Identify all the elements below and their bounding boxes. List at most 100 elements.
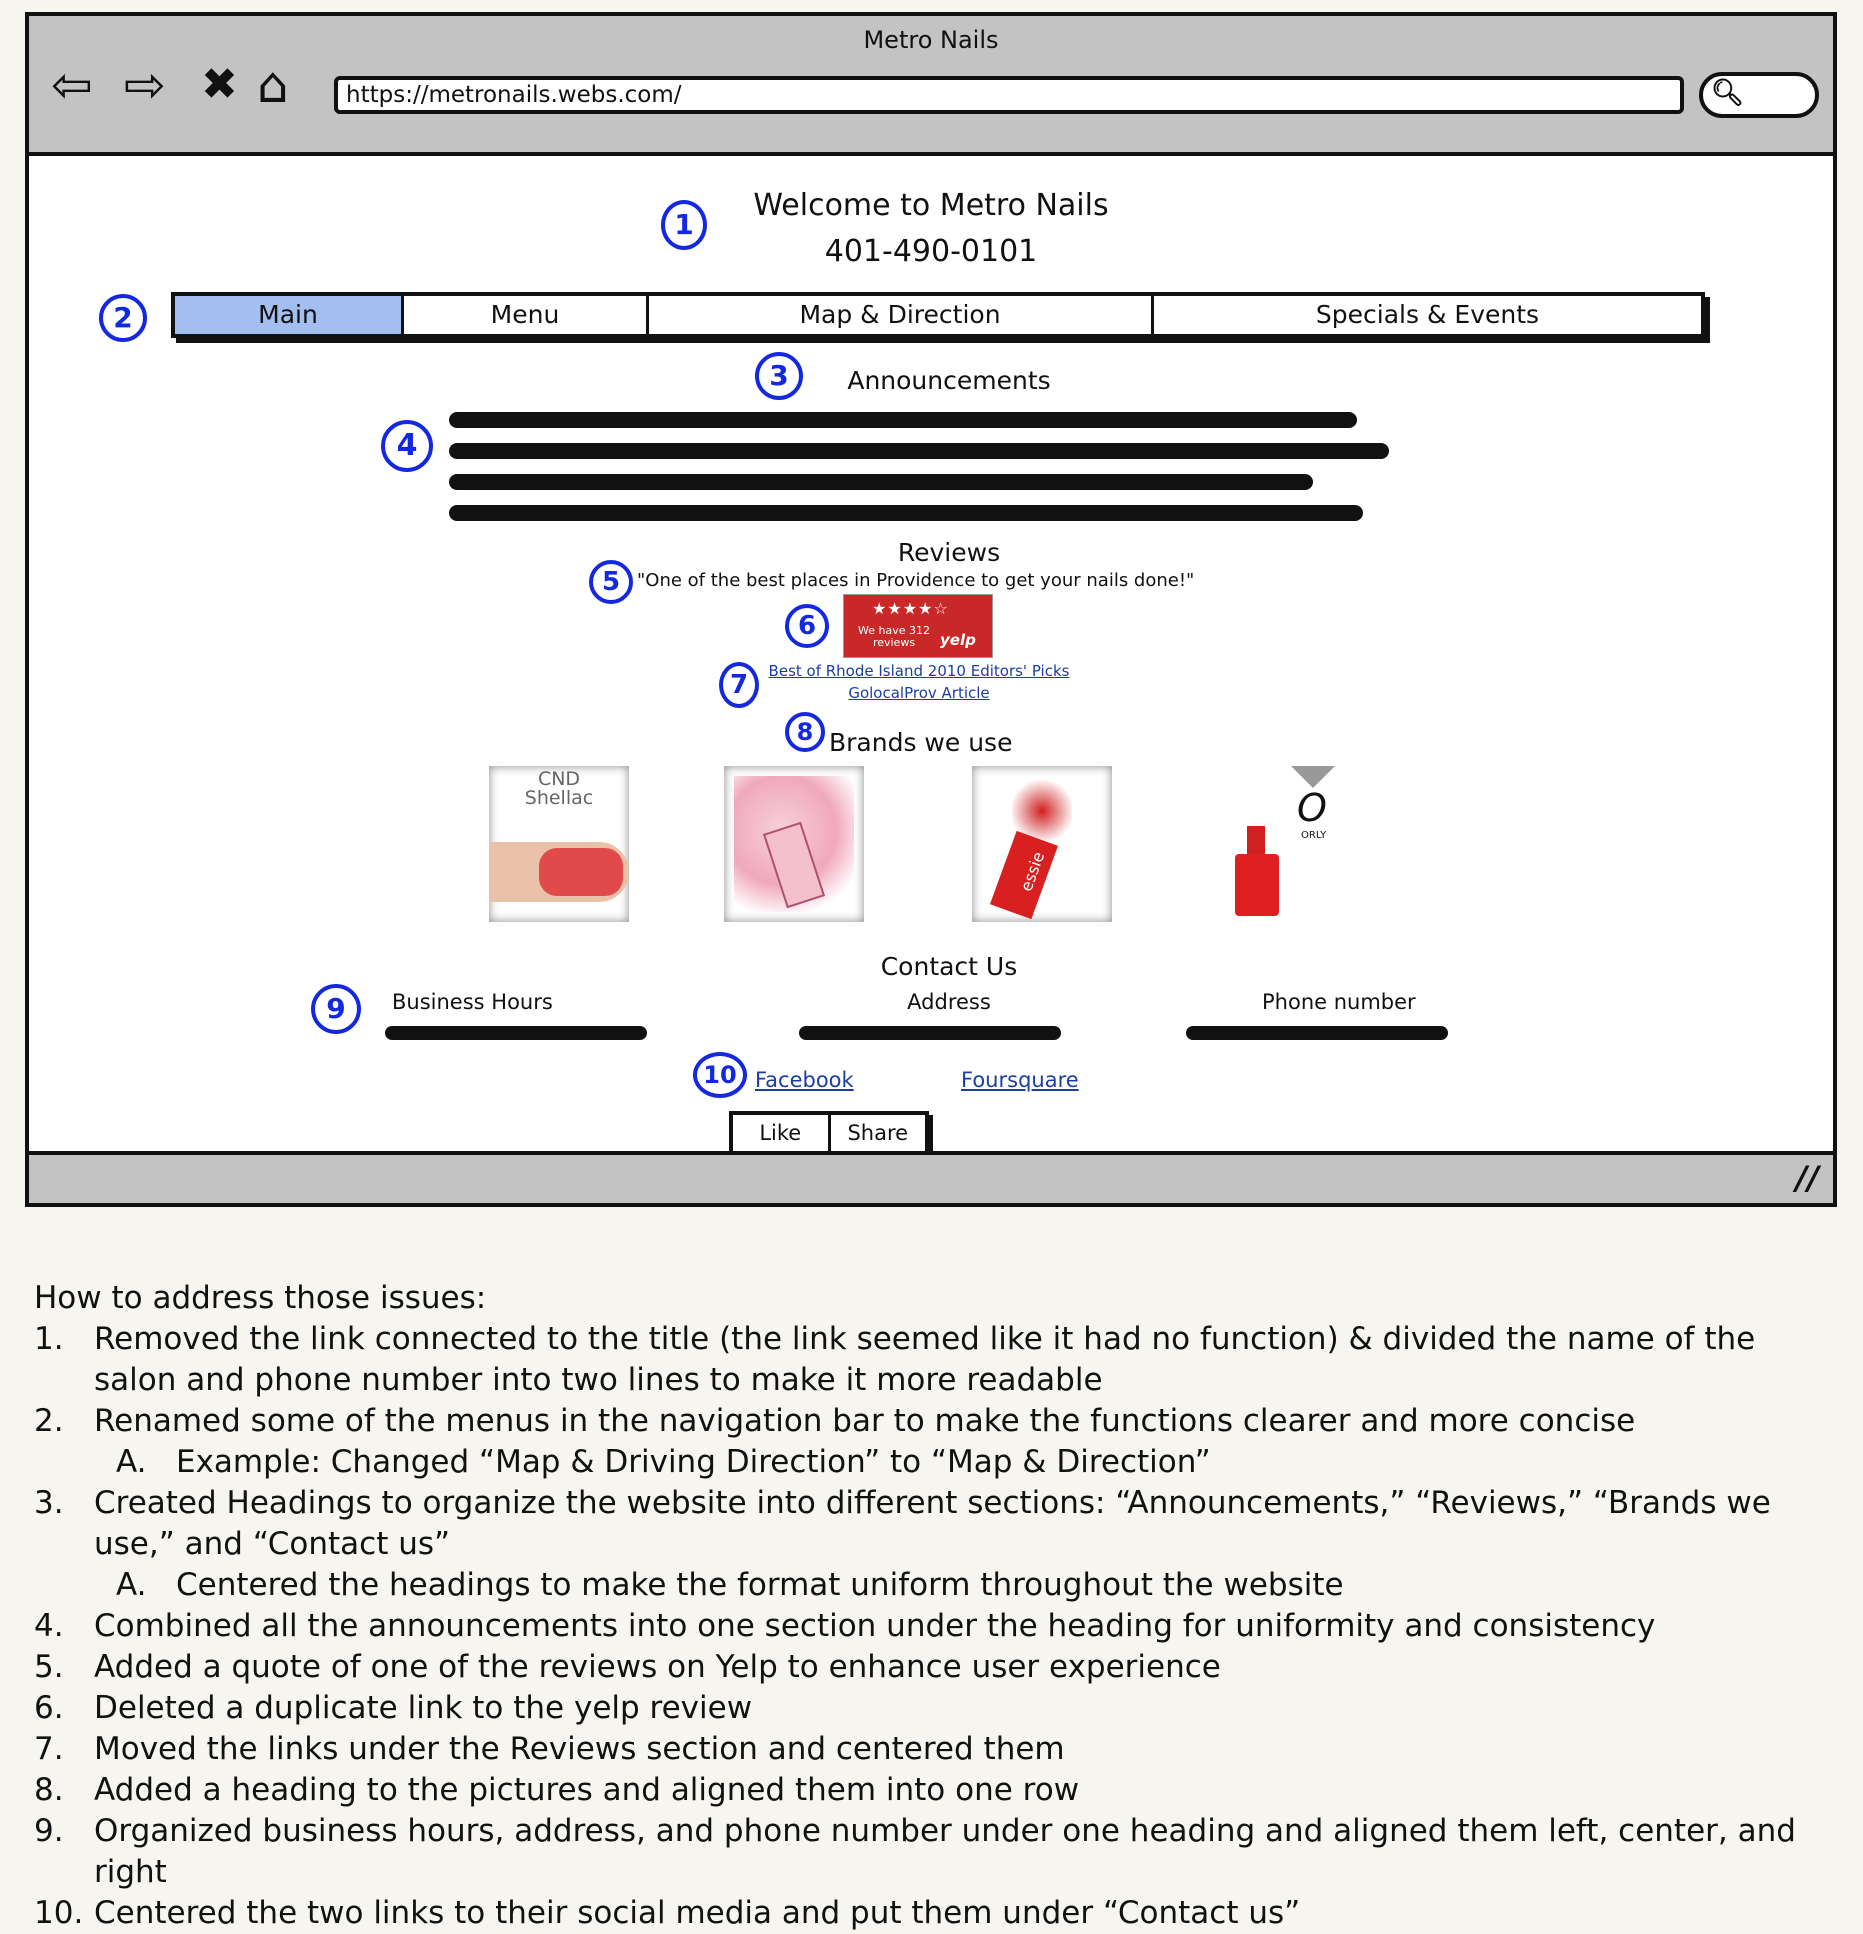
- notes-item: 6. Deleted a duplicate link to the yelp r…: [34, 1688, 1834, 1729]
- announcement-text-line: [449, 412, 1357, 428]
- announcement-text-line: [449, 505, 1363, 521]
- phone-number-label: Phone number: [1262, 990, 1416, 1014]
- reviews-heading: Reviews: [897, 538, 1001, 567]
- brands-heading: Brands we use: [829, 728, 1013, 757]
- search-icon: 🔍︎: [1711, 78, 1745, 108]
- notes-item: 8. Added a heading to the pictures and al…: [34, 1770, 1834, 1811]
- notes-item: 7. Moved the links under the Reviews sect…: [34, 1729, 1834, 1770]
- best-of-ri-link[interactable]: Best of Rhode Island 2010 Editors' Picks: [749, 662, 1089, 680]
- header-phone: 401-490-0101: [824, 234, 1038, 269]
- announcement-text-line: [449, 474, 1313, 490]
- brand-image-essie: essie: [972, 766, 1112, 922]
- notes-item-number: 10.: [34, 1895, 84, 1931]
- foursquare-link[interactable]: Foursquare: [961, 1068, 1079, 1092]
- business-hours-label: Business Hours: [392, 990, 553, 1014]
- like-button[interactable]: Like: [733, 1115, 831, 1151]
- contact-heading: Contact Us: [880, 952, 1018, 981]
- page-title: Welcome to Metro Nails: [753, 188, 1109, 223]
- nav-tab-specials-events[interactable]: Specials & Events: [1154, 296, 1701, 334]
- notes-item-number: 2.: [34, 1403, 64, 1439]
- notes-item-text: Moved the links under the Reviews sectio…: [94, 1731, 1065, 1767]
- review-quote: "One of the best places in Providence to…: [637, 570, 1195, 591]
- notes-item-number: 8.: [34, 1772, 64, 1808]
- notes-item: 2. Renamed some of the menus in the navig…: [34, 1401, 1834, 1442]
- address-value: [799, 1026, 1061, 1040]
- facebook-link[interactable]: Facebook: [755, 1068, 854, 1092]
- notes-item-number: 6.: [34, 1690, 64, 1726]
- notes-item-number: 4.: [34, 1608, 64, 1644]
- like-share-buttons: Like Share: [729, 1111, 929, 1155]
- share-button[interactable]: Share: [831, 1115, 926, 1151]
- brand-label: ORLY: [1301, 830, 1327, 841]
- notes-item-text: Deleted a duplicate link to the yelp rev…: [94, 1690, 753, 1726]
- notes-section: How to address those issues: 1. Removed t…: [34, 1278, 1834, 1934]
- announcement-text-line: [449, 443, 1389, 459]
- phone-number-value: [1186, 1026, 1448, 1040]
- notes-item-text: Combined all the announcements into one …: [94, 1608, 1656, 1644]
- navigation-bar: Main Menu Map & Direction Specials & Eve…: [171, 292, 1705, 338]
- resize-grip-icon[interactable]: //: [1796, 1159, 1819, 1197]
- notes-item: 3. Created Headings to organize the websi…: [34, 1483, 1834, 1565]
- brand-image-opi: [724, 766, 864, 922]
- annotation-1: 1: [661, 200, 707, 250]
- browser-window: Metro Nails ⇦ ⇨ ✖ ⌂ https://metronails.w…: [25, 12, 1837, 1207]
- notes-item-number: 3.: [34, 1485, 64, 1521]
- notes-item: 5. Added a quote of one of the reviews on…: [34, 1647, 1834, 1688]
- notes-item-text: Created Headings to organize the website…: [94, 1485, 1771, 1562]
- notes-list: 1. Removed the link connected to the titl…: [34, 1319, 1834, 1934]
- notes-intro: How to address those issues:: [34, 1280, 487, 1316]
- notes-item-text: Organized business hours, address, and p…: [94, 1813, 1796, 1890]
- notes-subitem: A. Example: Changed “Map & Driving Direct…: [34, 1442, 1834, 1483]
- notes-item-text: Removed the link connected to the title …: [94, 1321, 1756, 1398]
- notes-item-number: A.: [116, 1567, 147, 1603]
- notes-item: 9. Organized business hours, address, and…: [34, 1811, 1834, 1893]
- nav-tab-menu[interactable]: Menu: [404, 296, 649, 334]
- notes-item: 10. Centered the two links to their socia…: [34, 1893, 1834, 1934]
- notes-subitem: A. Centered the headings to make the form…: [34, 1565, 1834, 1606]
- annotation-4: 4: [381, 420, 433, 472]
- notes-item-text: Added a heading to the pictures and alig…: [94, 1772, 1080, 1808]
- yelp-logo: yelp: [940, 631, 976, 649]
- notes-item-text: Added a quote of one of the reviews on Y…: [94, 1649, 1221, 1685]
- golocalprov-link[interactable]: GolocalProv Article: [749, 684, 1089, 702]
- notes-item-number: 1.: [34, 1321, 64, 1357]
- back-arrow-icon[interactable]: ⇦: [51, 60, 93, 110]
- address-bar[interactable]: https://metronails.webs.com/: [334, 76, 1684, 114]
- forward-arrow-icon[interactable]: ⇨: [124, 60, 166, 110]
- yelp-badge[interactable]: ★★★★☆ We have 312 reviews yelp: [843, 594, 993, 658]
- star-rating-icon: ★★★★☆: [872, 599, 949, 618]
- nav-tab-main[interactable]: Main: [175, 296, 404, 334]
- notes-item: 4. Combined all the announcements into on…: [34, 1606, 1834, 1647]
- search-box[interactable]: 🔍︎: [1699, 72, 1819, 118]
- announcements-heading: Announcements: [847, 366, 1051, 395]
- annotation-8: 8: [785, 712, 825, 752]
- notes-item-text: Centered the headings to make the format…: [176, 1567, 1344, 1603]
- annotation-9: 9: [311, 984, 361, 1034]
- business-hours-value: [385, 1026, 647, 1040]
- annotation-3: 3: [755, 352, 803, 400]
- nav-tab-map-direction[interactable]: Map & Direction: [649, 296, 1154, 334]
- annotation-6: 6: [785, 604, 829, 648]
- close-icon[interactable]: ✖: [201, 60, 238, 110]
- annotation-7: 7: [719, 662, 759, 708]
- annotation-5: 5: [589, 560, 633, 604]
- address-label: Address: [907, 990, 991, 1014]
- annotation-10: 10: [693, 1052, 747, 1098]
- notes-item-number: 7.: [34, 1731, 64, 1767]
- brand-image-orly: O ORLY: [1221, 766, 1361, 926]
- notes-item-number: A.: [116, 1444, 147, 1480]
- home-icon[interactable]: ⌂: [257, 60, 289, 110]
- notes-item-number: 9.: [34, 1813, 64, 1849]
- browser-statusbar: //: [29, 1151, 1833, 1203]
- browser-titlebar: Metro Nails ⇦ ⇨ ✖ ⌂ https://metronails.w…: [29, 16, 1833, 156]
- notes-item-text: Centered the two links to their social m…: [94, 1895, 1301, 1931]
- notes-item-text: Example: Changed “Map & Driving Directio…: [176, 1444, 1211, 1480]
- brand-image-cnd-shellac: CND Shellac: [489, 766, 629, 922]
- annotation-2: 2: [99, 294, 147, 342]
- window-title: Metro Nails: [863, 26, 999, 54]
- notes-item-text: Renamed some of the menus in the navigat…: [94, 1403, 1636, 1439]
- brand-label: CND Shellac: [524, 768, 594, 809]
- notes-item-number: 5.: [34, 1649, 64, 1685]
- notes-item: 1. Removed the link connected to the titl…: [34, 1319, 1834, 1401]
- yelp-review-count: We have 312 reviews: [858, 624, 930, 649]
